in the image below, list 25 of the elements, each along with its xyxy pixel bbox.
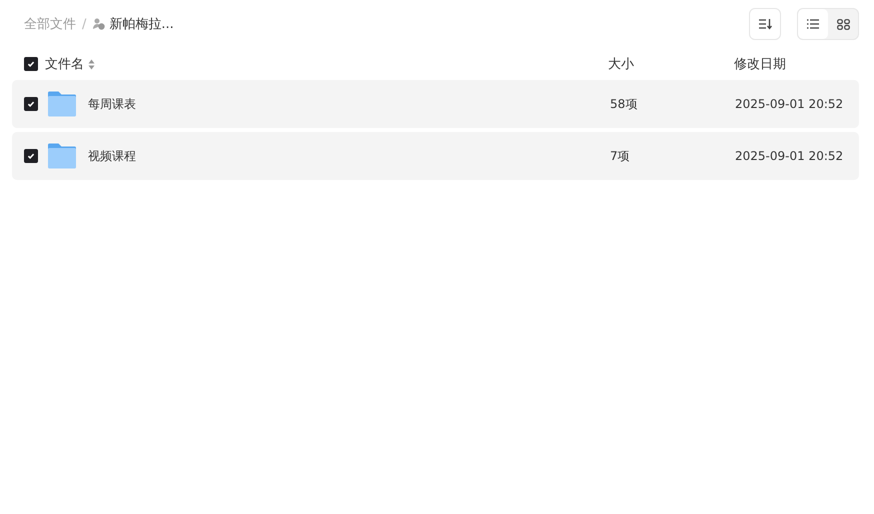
folder-icon bbox=[47, 143, 77, 169]
modified-date: 2025-09-01 20:52 bbox=[735, 97, 844, 111]
list-icon bbox=[807, 19, 819, 29]
modified-date: 2025-09-01 20:52 bbox=[735, 149, 844, 163]
folder-name[interactable]: 视频课程 bbox=[88, 148, 610, 164]
sort-icon[interactable] bbox=[88, 58, 95, 70]
list-view-button[interactable] bbox=[798, 9, 828, 39]
folder-name[interactable]: 每周课表 bbox=[88, 96, 610, 112]
breadcrumb-current: 新帕梅拉... bbox=[109, 16, 174, 33]
item-count: 58项 bbox=[610, 96, 638, 112]
sort-button[interactable] bbox=[749, 8, 781, 40]
column-header[interactable]: 修改日期 bbox=[734, 55, 859, 73]
checkbox[interactable] bbox=[24, 97, 38, 111]
column-header[interactable]: 文件名 bbox=[45, 55, 84, 73]
checkbox[interactable] bbox=[24, 149, 38, 163]
grid-icon bbox=[836, 18, 850, 30]
breadcrumb-separator: / bbox=[82, 16, 86, 32]
item-count: 7项 bbox=[610, 148, 631, 164]
file-row[interactable]: 视频课程 7项 2025-09-01 20:52 bbox=[12, 132, 859, 180]
column-header[interactable]: 大小 bbox=[608, 55, 734, 73]
sort-icon bbox=[758, 18, 772, 30]
checkbox[interactable] bbox=[24, 57, 38, 71]
folder-icon bbox=[47, 91, 77, 117]
file-row[interactable]: 每周课表 58项 2025-09-01 20:52 bbox=[12, 80, 859, 128]
shared-folder-icon bbox=[92, 18, 106, 30]
